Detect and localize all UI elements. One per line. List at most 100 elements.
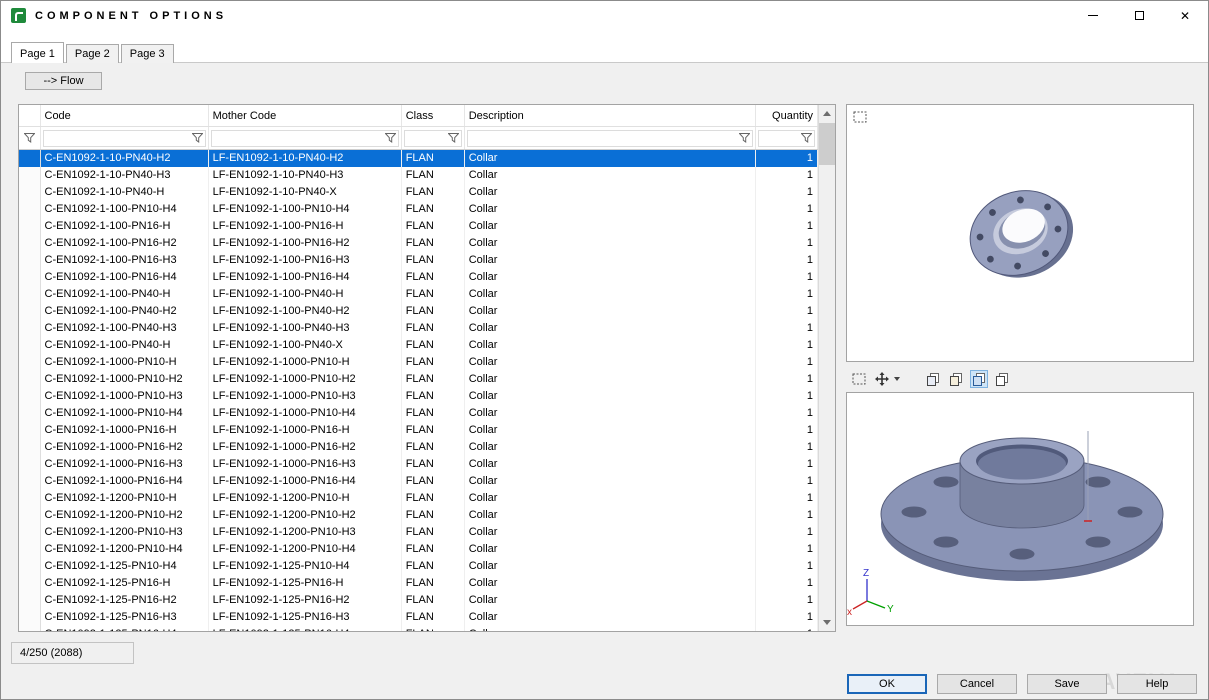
cell-code[interactable]: C-EN1092-1-100-PN16-H4: [40, 269, 208, 286]
cell-class[interactable]: FLAN: [401, 456, 464, 473]
row-selector[interactable]: [19, 235, 40, 252]
cell-quantity[interactable]: 1: [755, 422, 817, 439]
cell-description[interactable]: Collar: [464, 354, 755, 371]
cell-quantity[interactable]: 1: [755, 252, 817, 269]
cell-description[interactable]: Collar: [464, 524, 755, 541]
table-row[interactable]: C-EN1092-1-1000-PN16-HLF-EN1092-1-1000-P…: [19, 422, 818, 439]
row-selector[interactable]: [19, 609, 40, 626]
column-header-mother-code[interactable]: Mother Code: [208, 105, 401, 127]
cell-quantity[interactable]: 1: [755, 473, 817, 490]
maximize-button[interactable]: [1116, 1, 1162, 30]
cell-mother-code[interactable]: LF-EN1092-1-10-PN40-X: [208, 184, 401, 201]
cell-quantity[interactable]: 1: [755, 218, 817, 235]
cell-description[interactable]: Collar: [464, 388, 755, 405]
scrollbar-thumb[interactable]: [819, 123, 835, 165]
cell-class[interactable]: FLAN: [401, 167, 464, 184]
column-header-code[interactable]: Code: [40, 105, 208, 127]
cell-description[interactable]: Collar: [464, 439, 755, 456]
row-selector[interactable]: [19, 286, 40, 303]
row-selector[interactable]: [19, 218, 40, 235]
table-row[interactable]: C-EN1092-1-100-PN40-H2LF-EN1092-1-100-PN…: [19, 303, 818, 320]
cancel-button[interactable]: Cancel: [937, 674, 1017, 694]
filter-icon[interactable]: [801, 133, 812, 143]
cell-mother-code[interactable]: LF-EN1092-1-1000-PN10-H: [208, 354, 401, 371]
capture-view-button[interactable]: [970, 370, 988, 388]
row-selector[interactable]: [19, 490, 40, 507]
cell-code[interactable]: C-EN1092-1-125-PN16-H3: [40, 609, 208, 626]
column-header-description[interactable]: Description: [464, 105, 755, 127]
cell-quantity[interactable]: 1: [755, 303, 817, 320]
table-row[interactable]: C-EN1092-1-100-PN40-HLF-EN1092-1-100-PN4…: [19, 337, 818, 354]
ok-button[interactable]: OK: [847, 674, 927, 694]
filter-input-mother-code[interactable]: [211, 130, 399, 147]
row-selector[interactable]: [19, 167, 40, 184]
cell-class[interactable]: FLAN: [401, 184, 464, 201]
cell-description[interactable]: Collar: [464, 558, 755, 575]
cell-mother-code[interactable]: LF-EN1092-1-125-PN16-H4: [208, 626, 401, 632]
cell-code[interactable]: C-EN1092-1-1000-PN16-H4: [40, 473, 208, 490]
cell-quantity[interactable]: 1: [755, 337, 817, 354]
cell-mother-code[interactable]: LF-EN1092-1-1000-PN10-H3: [208, 388, 401, 405]
table-row[interactable]: C-EN1092-1-1000-PN10-H3LF-EN1092-1-1000-…: [19, 388, 818, 405]
cell-description[interactable]: Collar: [464, 422, 755, 439]
row-selector[interactable]: [19, 405, 40, 422]
help-button[interactable]: Help: [1117, 674, 1197, 694]
cell-mother-code[interactable]: LF-EN1092-1-100-PN40-X: [208, 337, 401, 354]
table-row[interactable]: C-EN1092-1-10-PN40-H2LF-EN1092-1-10-PN40…: [19, 150, 818, 168]
preview-panel-bottom[interactable]: Z Y x: [846, 392, 1194, 626]
cell-quantity[interactable]: 1: [755, 405, 817, 422]
row-selector[interactable]: [19, 575, 40, 592]
row-selector[interactable]: [19, 558, 40, 575]
table-row[interactable]: C-EN1092-1-100-PN16-H3LF-EN1092-1-100-PN…: [19, 252, 818, 269]
row-selector[interactable]: [19, 371, 40, 388]
cell-class[interactable]: FLAN: [401, 626, 464, 632]
cell-code[interactable]: C-EN1092-1-1000-PN10-H2: [40, 371, 208, 388]
close-button[interactable]: ✕: [1162, 1, 1208, 30]
cell-mother-code[interactable]: LF-EN1092-1-1000-PN16-H4: [208, 473, 401, 490]
cell-code[interactable]: C-EN1092-1-100-PN40-H3: [40, 320, 208, 337]
cell-class[interactable]: FLAN: [401, 320, 464, 337]
row-selector[interactable]: [19, 269, 40, 286]
cell-class[interactable]: FLAN: [401, 252, 464, 269]
cell-code[interactable]: C-EN1092-1-100-PN40-H: [40, 337, 208, 354]
table-row[interactable]: C-EN1092-1-100-PN10-H4LF-EN1092-1-100-PN…: [19, 201, 818, 218]
row-selector[interactable]: [19, 524, 40, 541]
table-row[interactable]: C-EN1092-1-1000-PN16-H3LF-EN1092-1-1000-…: [19, 456, 818, 473]
cell-class[interactable]: FLAN: [401, 541, 464, 558]
row-selector[interactable]: [19, 303, 40, 320]
table-row[interactable]: C-EN1092-1-100-PN40-H3LF-EN1092-1-100-PN…: [19, 320, 818, 337]
table-row[interactable]: C-EN1092-1-1000-PN10-H4LF-EN1092-1-1000-…: [19, 405, 818, 422]
cell-mother-code[interactable]: LF-EN1092-1-125-PN16-H: [208, 575, 401, 592]
cell-quantity[interactable]: 1: [755, 184, 817, 201]
cell-class[interactable]: FLAN: [401, 286, 464, 303]
cell-class[interactable]: FLAN: [401, 150, 464, 168]
cell-code[interactable]: C-EN1092-1-125-PN16-H2: [40, 592, 208, 609]
table-row[interactable]: C-EN1092-1-10-PN40-H3LF-EN1092-1-10-PN40…: [19, 167, 818, 184]
cell-description[interactable]: Collar: [464, 456, 755, 473]
cell-mother-code[interactable]: LF-EN1092-1-1000-PN16-H2: [208, 439, 401, 456]
table-row[interactable]: C-EN1092-1-1200-PN10-HLF-EN1092-1-1200-P…: [19, 490, 818, 507]
cell-quantity[interactable]: 1: [755, 167, 817, 184]
filter-icon[interactable]: [448, 133, 459, 143]
pan-tool-button[interactable]: [873, 370, 891, 388]
cell-code[interactable]: C-EN1092-1-1200-PN10-H4: [40, 541, 208, 558]
cell-code[interactable]: C-EN1092-1-125-PN16-H4: [40, 626, 208, 632]
cell-code[interactable]: C-EN1092-1-10-PN40-H3: [40, 167, 208, 184]
row-selector[interactable]: [19, 252, 40, 269]
row-selector[interactable]: [19, 456, 40, 473]
table-row[interactable]: C-EN1092-1-1200-PN10-H4LF-EN1092-1-1200-…: [19, 541, 818, 558]
flow-button[interactable]: --> Flow: [25, 72, 102, 90]
filter-icon[interactable]: [192, 133, 203, 143]
table-row[interactable]: C-EN1092-1-1000-PN10-H2LF-EN1092-1-1000-…: [19, 371, 818, 388]
cell-mother-code[interactable]: LF-EN1092-1-1000-PN16-H3: [208, 456, 401, 473]
row-selector[interactable]: [19, 541, 40, 558]
cell-code[interactable]: C-EN1092-1-10-PN40-H: [40, 184, 208, 201]
filter-input-class[interactable]: [404, 130, 462, 147]
cell-class[interactable]: FLAN: [401, 337, 464, 354]
cell-mother-code[interactable]: LF-EN1092-1-125-PN10-H4: [208, 558, 401, 575]
cell-class[interactable]: FLAN: [401, 422, 464, 439]
cell-class[interactable]: FLAN: [401, 609, 464, 626]
cell-class[interactable]: FLAN: [401, 507, 464, 524]
cell-code[interactable]: C-EN1092-1-1200-PN10-H3: [40, 524, 208, 541]
cell-quantity[interactable]: 1: [755, 371, 817, 388]
